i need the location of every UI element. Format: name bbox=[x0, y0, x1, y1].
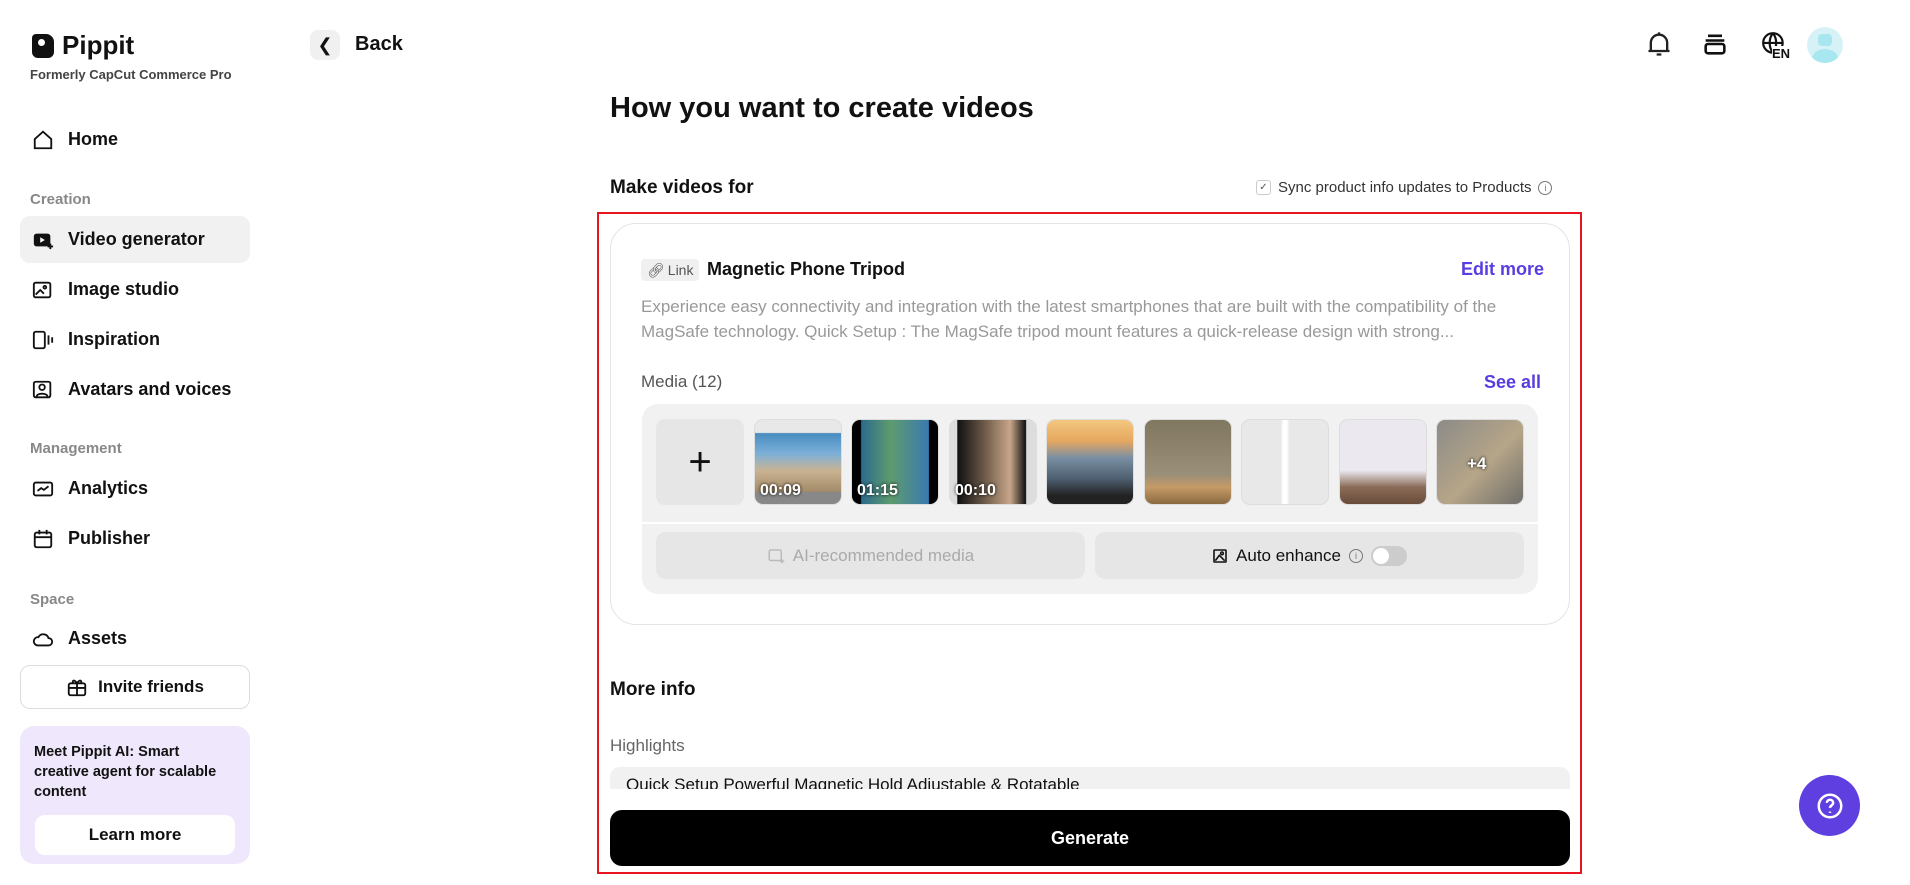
user-avatar[interactable] bbox=[1807, 27, 1843, 63]
brand-subtitle: Formerly CapCut Commerce Pro bbox=[30, 67, 232, 82]
question-icon bbox=[1817, 793, 1842, 818]
notifications-button[interactable] bbox=[1643, 28, 1675, 60]
back-label[interactable]: Back bbox=[355, 33, 403, 56]
plus-icon: + bbox=[688, 439, 712, 484]
media-divider bbox=[642, 522, 1538, 524]
subscription-button[interactable] bbox=[1699, 28, 1731, 60]
sidebar-item-video-generator[interactable]: Video generator bbox=[20, 216, 250, 263]
sidebar-item-publisher[interactable]: Publisher bbox=[20, 515, 250, 562]
sync-label: Sync product info updates to Products bbox=[1278, 179, 1532, 196]
media-thumbnail[interactable]: 00:10 bbox=[949, 419, 1037, 505]
sidebar-item-image-studio[interactable]: Image studio bbox=[20, 266, 250, 313]
sidebar-item-label: Inspiration bbox=[68, 329, 161, 349]
analytics-icon bbox=[32, 481, 54, 496]
home-icon bbox=[33, 130, 53, 149]
invite-friends-button[interactable]: Invite friends bbox=[20, 665, 250, 709]
auto-enhance-control: Auto enhance i bbox=[1095, 532, 1524, 579]
add-media-button[interactable]: + bbox=[656, 419, 744, 505]
section-creation: Creation bbox=[30, 191, 91, 208]
link-icon: 🔗︎ bbox=[647, 261, 665, 278]
video-duration: 01:15 bbox=[857, 482, 898, 499]
link-chip: 🔗︎ Link bbox=[641, 259, 700, 281]
checkbox-checked-icon[interactable]: ✓ bbox=[1256, 180, 1271, 195]
pippit-logo-icon bbox=[32, 33, 54, 58]
bell-icon bbox=[1648, 32, 1670, 56]
sidebar-item-analytics[interactable]: Analytics bbox=[20, 465, 250, 512]
video-generator-icon bbox=[33, 233, 54, 249]
sidebar-item-label: Assets bbox=[68, 628, 128, 648]
image-enhance-icon bbox=[1213, 548, 1227, 563]
media-thumbnail[interactable] bbox=[1339, 419, 1427, 505]
generate-button[interactable]: Generate bbox=[610, 810, 1570, 866]
auto-enhance-label: Auto enhance bbox=[1236, 545, 1341, 565]
ai-media-icon bbox=[768, 548, 785, 563]
sidebar-item-assets[interactable]: Assets bbox=[20, 615, 250, 662]
media-thumbnail[interactable] bbox=[1046, 419, 1134, 505]
media-more-thumbnail[interactable]: +4 bbox=[1436, 419, 1524, 505]
highlights-label: Highlights bbox=[610, 736, 685, 755]
info-icon[interactable]: i bbox=[1348, 548, 1363, 563]
video-duration: 00:09 bbox=[760, 482, 801, 499]
section-space: Space bbox=[30, 591, 75, 608]
sidebar-item-avatars-and-voices[interactable]: Avatars and voices bbox=[20, 366, 250, 413]
ai-recommended-media-button[interactable]: AI-recommended media bbox=[656, 532, 1085, 579]
sync-product-info-checkbox[interactable]: ✓ Sync product info updates to Products i bbox=[1256, 179, 1553, 196]
brand-name: Pippit bbox=[62, 30, 135, 60]
media-thumbnail[interactable] bbox=[1144, 419, 1232, 505]
sidebar-item-label: Video generator bbox=[68, 229, 205, 249]
help-button[interactable] bbox=[1799, 775, 1860, 836]
learn-more-button[interactable]: Learn more bbox=[35, 815, 235, 855]
product-description: Experience easy connectivity and integra… bbox=[641, 297, 1497, 341]
section-management: Management bbox=[30, 440, 122, 457]
promo-text: Meet Pippit AI: Smart creative agent for… bbox=[34, 744, 217, 800]
chevron-left-icon: ❮ bbox=[317, 34, 333, 55]
cloud-icon bbox=[32, 632, 54, 646]
info-icon[interactable]: i bbox=[1538, 180, 1553, 195]
sidebar-item-inspiration[interactable]: Inspiration bbox=[20, 316, 250, 363]
sidebar-item-label: Home bbox=[68, 129, 119, 149]
sidebar-item-label: Avatars and voices bbox=[68, 379, 232, 399]
sidebar-item-label: Image studio bbox=[68, 279, 180, 299]
language-code: EN bbox=[1772, 46, 1791, 61]
sidebar-item-home[interactable]: Home bbox=[20, 116, 250, 163]
media-thumbnail[interactable]: 01:15 bbox=[851, 419, 939, 505]
media-thumbnail[interactable] bbox=[1241, 419, 1329, 505]
stack-icon bbox=[1704, 34, 1726, 55]
see-all-link[interactable]: See all bbox=[1484, 372, 1541, 393]
video-duration: 00:10 bbox=[955, 482, 996, 499]
calendar-icon bbox=[33, 529, 53, 548]
product-name: Magnetic Phone Tripod bbox=[707, 259, 906, 279]
gift-icon bbox=[67, 679, 87, 697]
image-studio-icon bbox=[32, 281, 52, 298]
ai-media-label: AI-recommended media bbox=[792, 545, 975, 565]
media-thumbnail[interactable]: 00:09 bbox=[754, 419, 842, 505]
language-button[interactable]: EN bbox=[1754, 28, 1794, 61]
link-chip-label: Link bbox=[667, 262, 694, 278]
edit-more-link[interactable]: Edit more bbox=[1461, 259, 1544, 280]
sidebar-item-label: Publisher bbox=[68, 528, 151, 548]
highlights-input[interactable]: Quick Setup Powerful Magnetic Hold Adjus… bbox=[610, 767, 1570, 789]
auto-enhance-toggle[interactable] bbox=[1370, 545, 1407, 566]
make-videos-for-heading: Make videos for bbox=[610, 177, 754, 198]
more-media-count: +4 bbox=[1467, 454, 1487, 473]
media-count-label: Media (12) bbox=[641, 372, 723, 391]
sidebar-item-label: Analytics bbox=[68, 478, 149, 498]
promo-card: Meet Pippit AI: Smart creative agent for… bbox=[20, 726, 250, 864]
page-title: How you want to create videos bbox=[610, 92, 1034, 124]
back-button[interactable]: ❮ bbox=[310, 30, 340, 60]
avatar-icon bbox=[32, 380, 52, 398]
invite-friends-label: Invite friends bbox=[98, 677, 204, 696]
pippit-logo[interactable]: Pippit bbox=[32, 30, 134, 61]
more-info-heading: More info bbox=[610, 679, 696, 700]
inspiration-icon bbox=[32, 330, 54, 349]
